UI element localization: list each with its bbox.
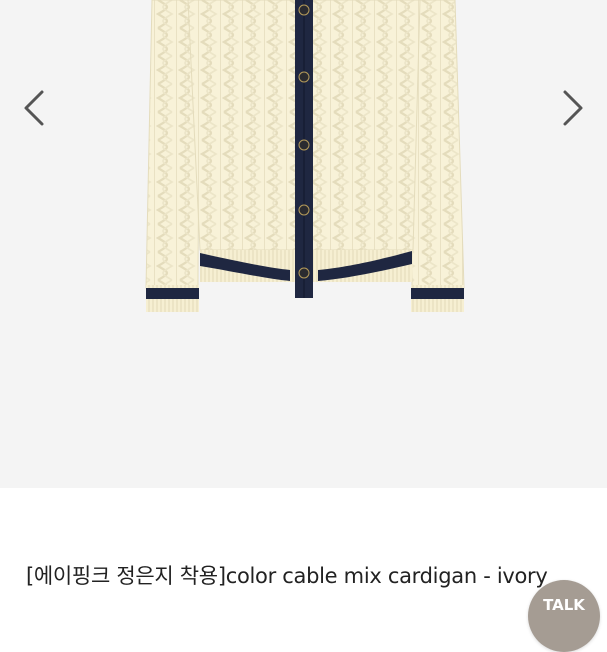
chevron-left-icon — [24, 90, 44, 126]
product-info: [에이핑크 정은지 착용]color cable mix cardigan - … — [0, 488, 607, 607]
next-image-button[interactable] — [551, 86, 595, 130]
product-image — [145, 0, 465, 312]
talk-button[interactable]: TALK — [528, 580, 600, 652]
previous-image-button[interactable] — [12, 86, 56, 130]
chevron-right-icon — [563, 90, 583, 126]
product-image-gallery — [0, 0, 607, 488]
product-title: [에이핑크 정은지 착용]color cable mix cardigan - … — [26, 564, 548, 588]
